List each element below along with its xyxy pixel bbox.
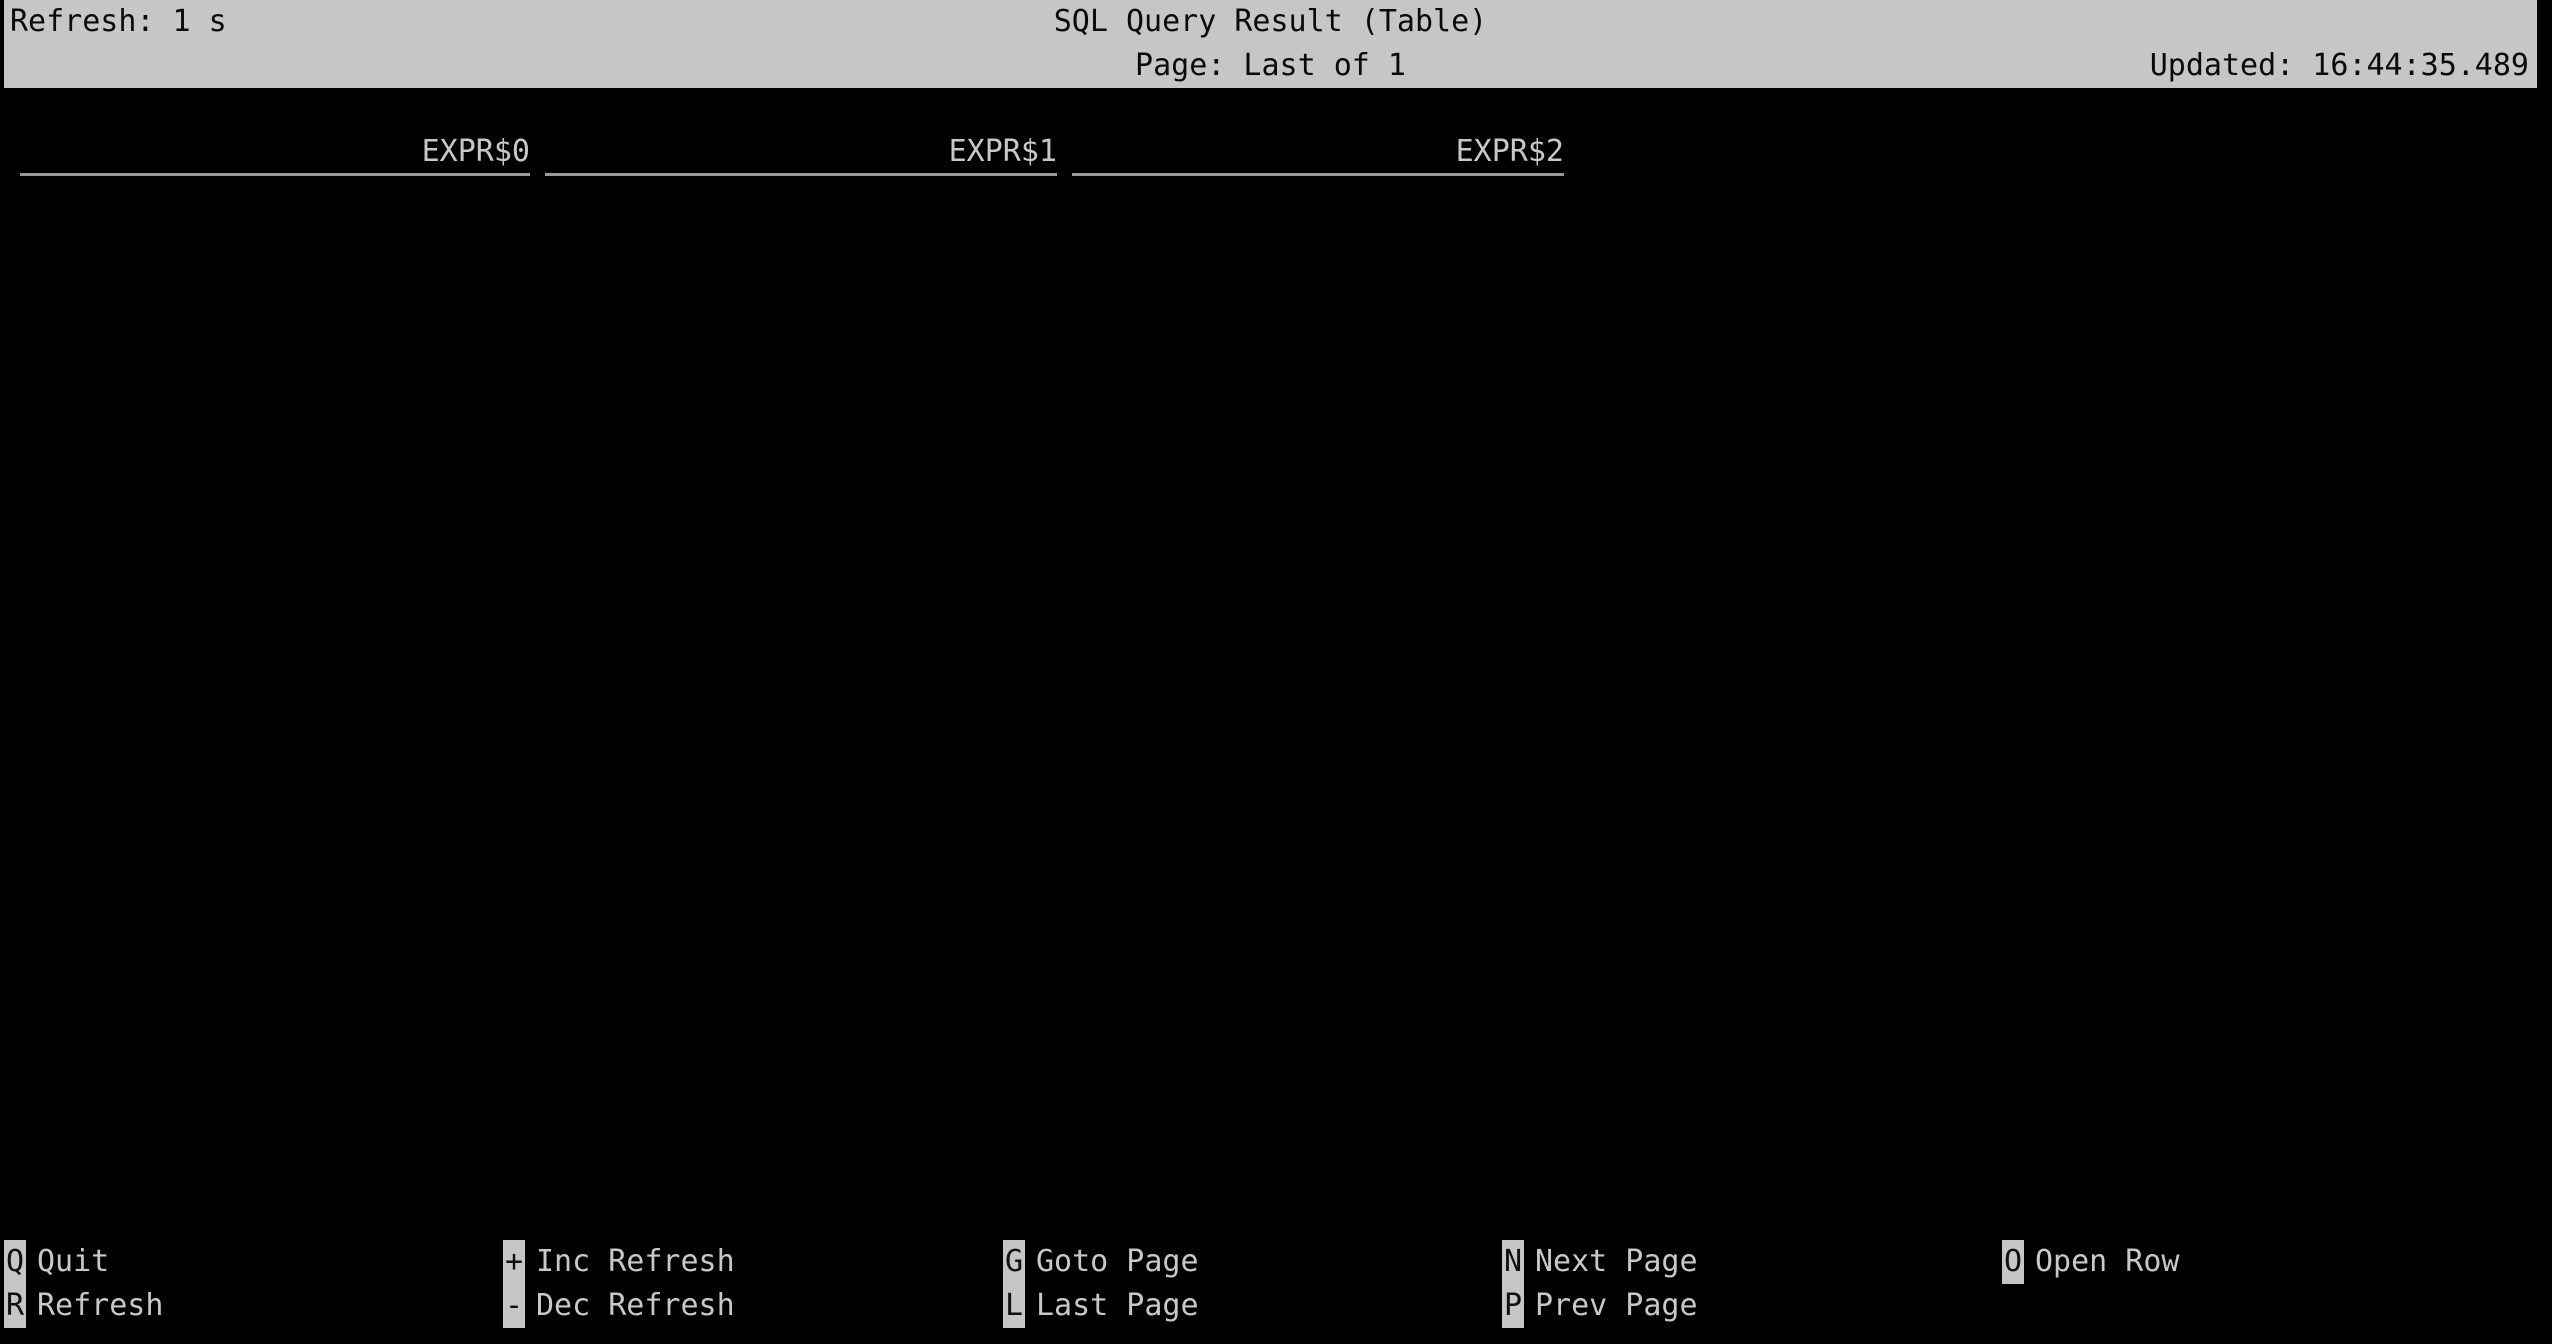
keybinding-quit[interactable]: Q Quit <box>4 1240 163 1284</box>
keybinding-inc-refresh[interactable]: + Inc Refresh <box>503 1240 735 1284</box>
page-title: SQL Query Result (Table) <box>1053 4 1488 39</box>
key-badge-last-page[interactable]: L <box>1003 1284 1025 1328</box>
column-header-expr-0[interactable]: EXPR$0 <box>20 132 530 176</box>
column-header-expr-2[interactable]: EXPR$2 <box>1072 132 1564 176</box>
keybinding-prev-page[interactable]: P Prev Page <box>1502 1284 1698 1328</box>
keybinding-open-row[interactable]: O Open Row <box>2002 1240 2180 1284</box>
keybinding-last-page[interactable]: L Last Page <box>1003 1284 1199 1328</box>
key-label-prev-page: Prev Page <box>1535 1288 1698 1323</box>
key-label-next-page: Next Page <box>1535 1244 1698 1279</box>
key-label-quit: Quit <box>37 1244 110 1279</box>
keybinding-group-2: + Inc Refresh - Dec Refresh <box>503 1240 735 1328</box>
key-badge-dec-refresh[interactable]: - <box>503 1284 525 1328</box>
key-label-last-page: Last Page <box>1036 1288 1199 1323</box>
key-label-inc-refresh: Inc Refresh <box>536 1244 735 1279</box>
table-rows <box>0 180 2552 1220</box>
keybinding-group-3: G Goto Page L Last Page <box>1003 1240 1199 1328</box>
column-gap <box>0 132 20 176</box>
terminal-screen: Refresh: 1 s SQL Query Result (Table) Pa… <box>0 0 2552 1344</box>
key-label-open-row: Open Row <box>2035 1244 2180 1279</box>
key-label-refresh: Refresh <box>37 1288 164 1323</box>
header-row-secondary: Page: Last of 1 Updated: 16:44:35.489 <box>4 44 2537 88</box>
table-column-headers: EXPR$0 EXPR$1 EXPR$2 <box>0 132 2552 176</box>
column-gap <box>530 132 545 176</box>
keybinding-group-1: Q Quit R Refresh <box>4 1240 163 1328</box>
key-badge-next-page[interactable]: N <box>1502 1240 1524 1284</box>
key-badge-open-row[interactable]: O <box>2002 1240 2024 1284</box>
header-row-primary: Refresh: 1 s SQL Query Result (Table) <box>4 0 2537 44</box>
keybinding-next-page[interactable]: N Next Page <box>1502 1240 1698 1284</box>
key-label-goto-page: Goto Page <box>1036 1244 1199 1279</box>
key-badge-quit[interactable]: Q <box>4 1240 26 1284</box>
last-updated-timestamp: Updated: 16:44:35.489 <box>2149 48 2529 83</box>
column-gap <box>1057 132 1072 176</box>
keybinding-footer: Q Quit R Refresh + Inc Refresh - Dec Refresh G Go… <box>0 1220 2552 1344</box>
key-badge-refresh[interactable]: R <box>4 1284 26 1328</box>
keybinding-goto-page[interactable]: G Goto Page <box>1003 1240 1199 1284</box>
keybinding-refresh[interactable]: R Refresh <box>4 1284 163 1328</box>
key-badge-inc-refresh[interactable]: + <box>503 1240 525 1284</box>
header-bar: Refresh: 1 s SQL Query Result (Table) Pa… <box>4 0 2537 88</box>
key-badge-prev-page[interactable]: P <box>1502 1284 1524 1328</box>
keybinding-group-5: O Open Row <box>2002 1240 2180 1328</box>
keybinding-dec-refresh[interactable]: - Dec Refresh <box>503 1284 735 1328</box>
key-label-dec-refresh: Dec Refresh <box>536 1288 735 1323</box>
column-header-expr-1[interactable]: EXPR$1 <box>545 132 1057 176</box>
keybinding-group-4: N Next Page P Prev Page <box>1502 1240 1698 1328</box>
key-badge-goto-page[interactable]: G <box>1003 1240 1025 1284</box>
result-table: EXPR$0 EXPR$1 EXPR$2 <box>0 88 2552 1220</box>
